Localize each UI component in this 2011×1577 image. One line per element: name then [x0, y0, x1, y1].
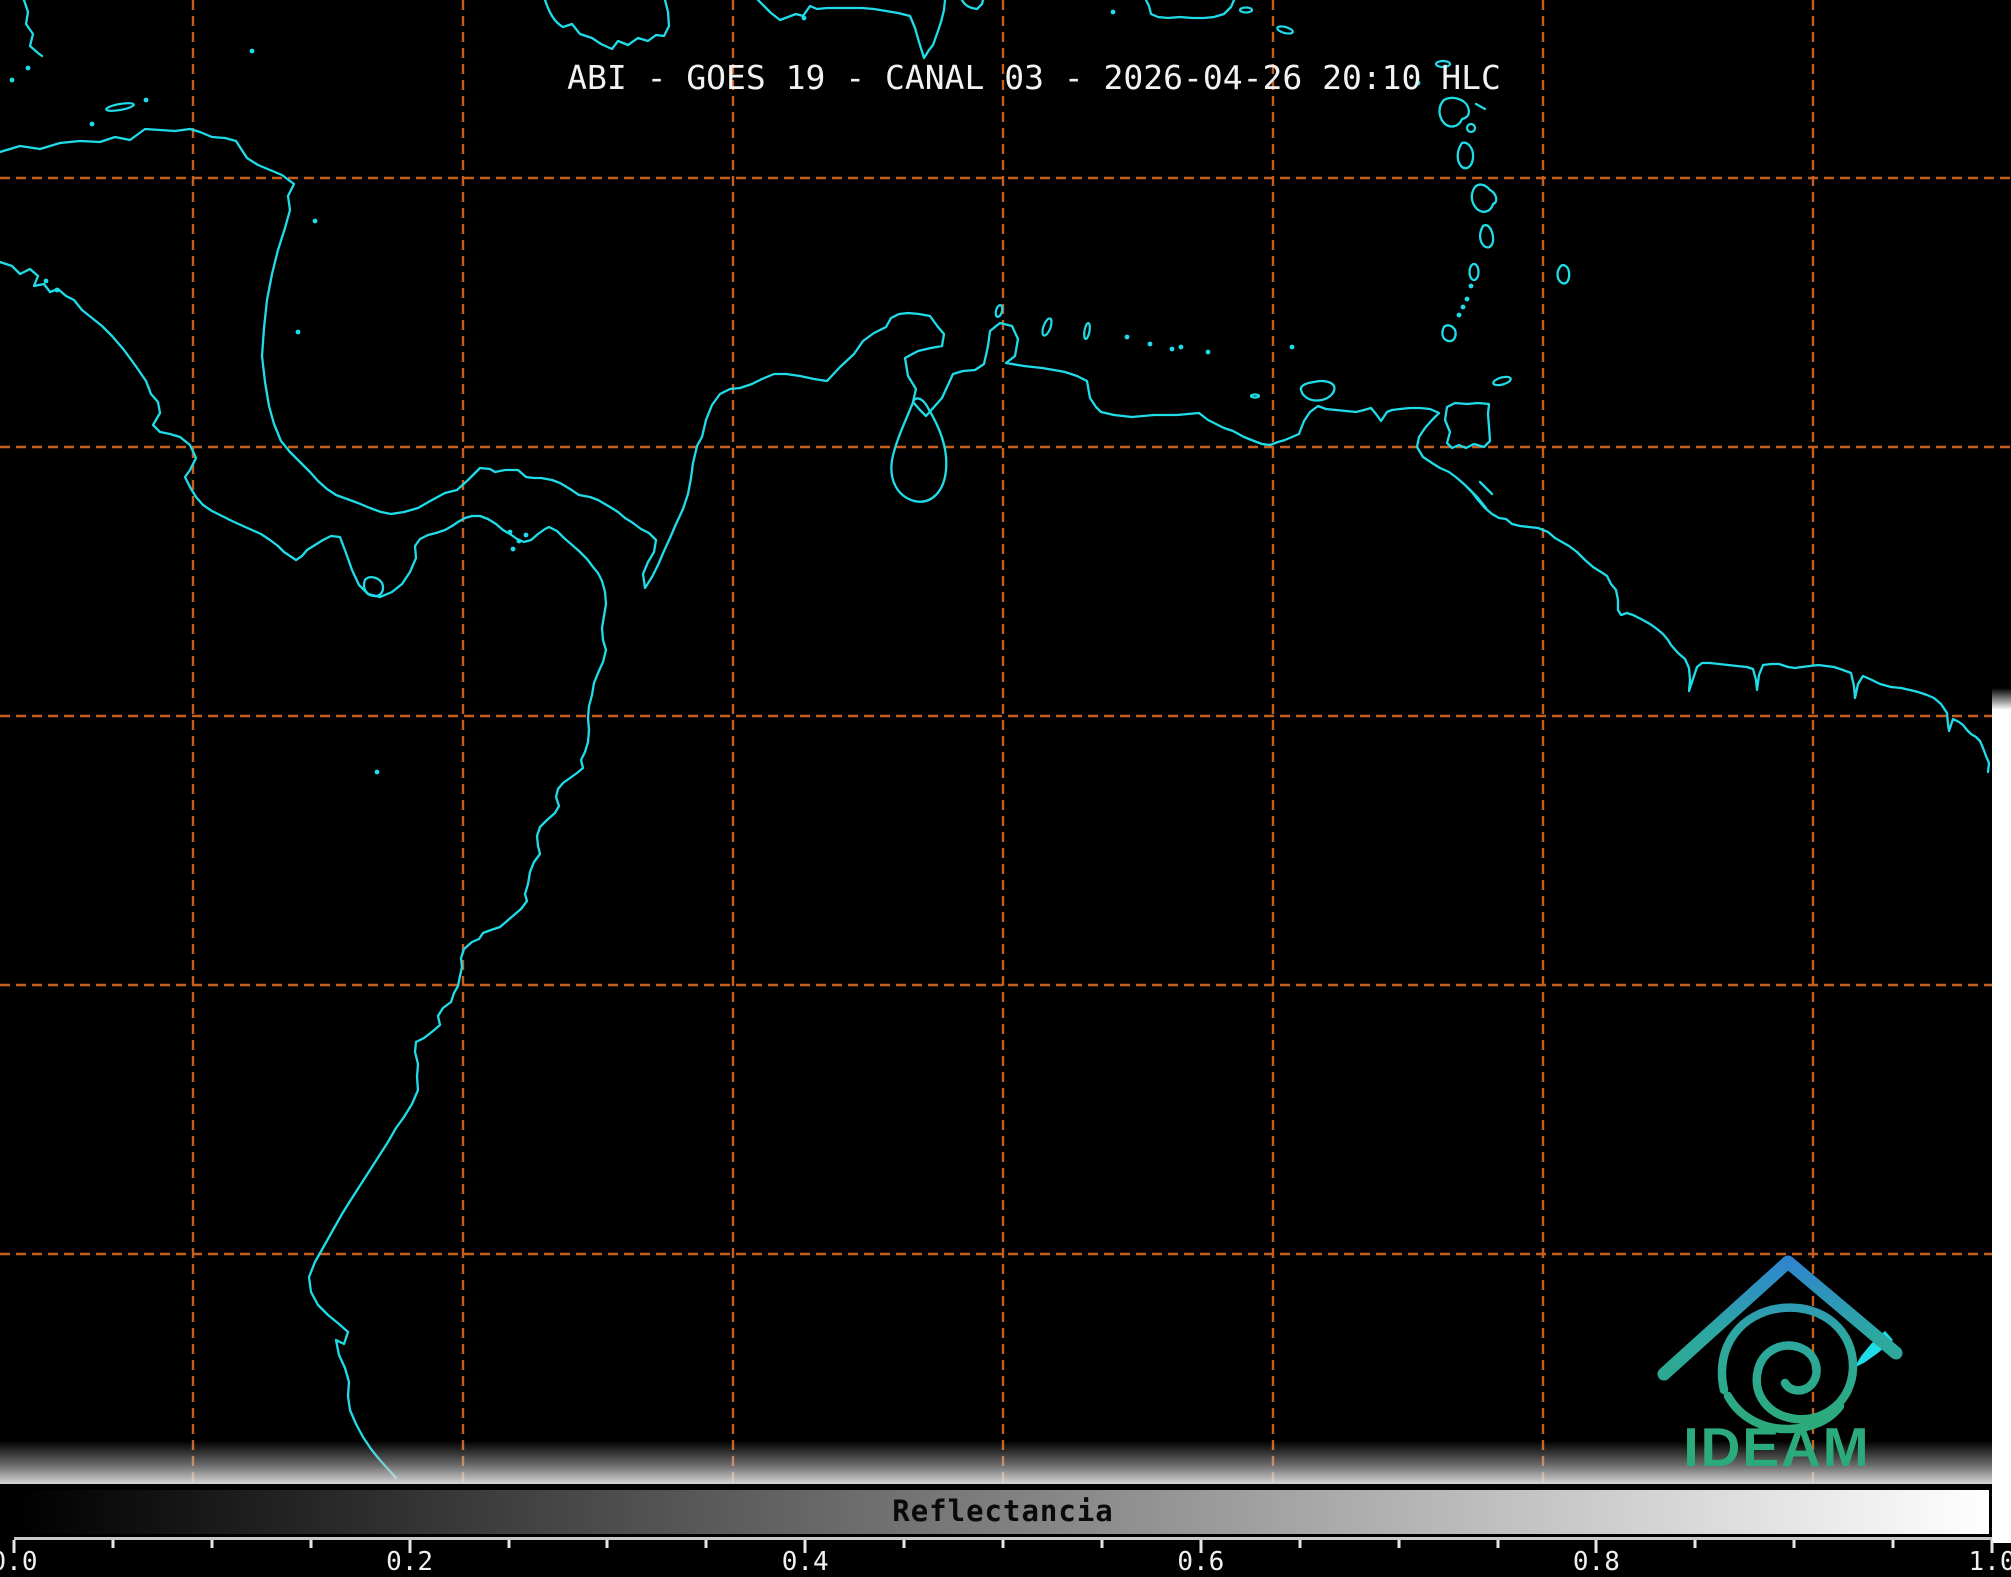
islet-dot — [1290, 345, 1295, 350]
islet-dot — [313, 219, 318, 224]
islet-dot — [1206, 350, 1211, 355]
islet-dot — [26, 66, 31, 71]
ideam-spiral-shape — [1722, 1308, 1853, 1420]
islet-dot — [517, 539, 522, 544]
islet-dot — [1179, 345, 1184, 350]
islet-dot — [511, 547, 516, 552]
colorbar-tick-label: 0.4 — [782, 1547, 829, 1577]
colorbar-tick-label: 0.6 — [1177, 1547, 1224, 1577]
colorbar-tick-label: 0.0 — [0, 1547, 37, 1577]
islet-dot — [1469, 284, 1474, 289]
islet-dot — [524, 533, 529, 538]
colorbar-tick-label: 0.2 — [386, 1547, 433, 1577]
colorbar-tick-label: 0.8 — [1573, 1547, 1620, 1577]
colorbar-tick-labels: 0.0 0.2 0.4 0.6 0.8 1.0 — [0, 1547, 2011, 1577]
colorbar-tick-label: 1.0 — [1969, 1547, 2011, 1577]
satellite-image-viewer: ABI - GOES 19 - CANAL 03 - 2026-04-26 20… — [0, 0, 2011, 1577]
islet-dot — [1125, 335, 1130, 340]
colorbar-label: Reflectancia — [14, 1494, 1992, 1528]
islet-dot — [90, 122, 95, 127]
ideam-logo-text: IDEAM — [1683, 1416, 1870, 1478]
islet-dot — [802, 16, 807, 21]
map-title: ABI - GOES 19 - CANAL 03 - 2026-04-26 20… — [559, 58, 1509, 97]
ideam-roof-shape — [1664, 1262, 1896, 1374]
islet-dot — [250, 49, 255, 54]
islet-dot — [1170, 347, 1175, 352]
islet-dot — [55, 288, 60, 293]
islet-dot — [375, 770, 380, 775]
islet-dot — [296, 330, 301, 335]
islet-dot — [44, 279, 49, 284]
islet-dot — [1457, 313, 1462, 318]
ideam-logo: IDEAM — [1630, 1238, 1930, 1498]
islet-dot — [508, 530, 513, 535]
islet-dot — [1465, 297, 1470, 302]
islet-dot — [1111, 10, 1116, 15]
islet-dot — [10, 78, 15, 83]
islet-dot — [144, 98, 149, 103]
islet-dot — [1461, 305, 1466, 310]
islet-dot — [1148, 342, 1153, 347]
